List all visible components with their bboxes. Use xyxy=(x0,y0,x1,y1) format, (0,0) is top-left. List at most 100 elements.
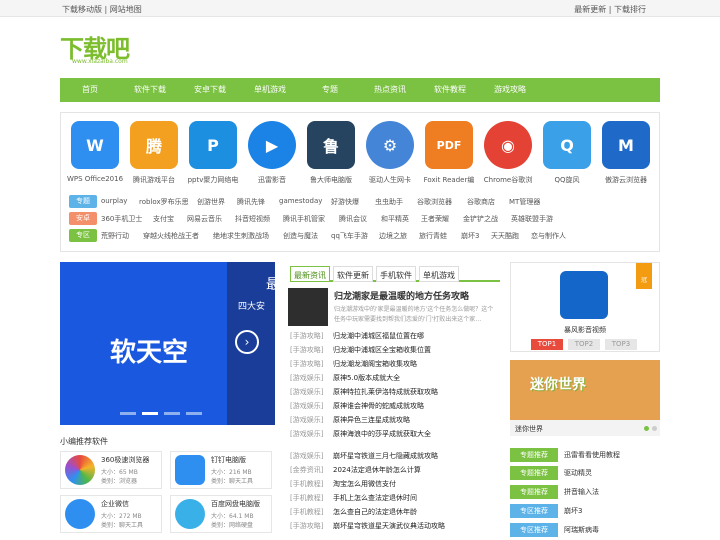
recommend-link[interactable]: 迅雷看看使用教程 xyxy=(564,450,620,460)
news-title[interactable]: 原神异色三连星成就攻略 xyxy=(333,415,410,425)
tag-link[interactable]: 网易云音乐 xyxy=(187,214,222,224)
tag-link[interactable]: 旅行青蛙 xyxy=(419,231,447,241)
tag-link[interactable]: 虫虫助手 xyxy=(375,197,403,207)
nav-item[interactable]: 专题 xyxy=(322,84,338,95)
recommend-link[interactable]: 驱动精灵 xyxy=(564,468,592,478)
news-item[interactable]: [手游攻略] 崩坏星穹铁道星天演武仪典活动攻略 xyxy=(290,521,502,533)
app-item[interactable]: Q QQ旋风 xyxy=(535,121,599,185)
carousel-dot[interactable] xyxy=(652,426,657,431)
news-title[interactable]: 怎么查自己的法定退休年龄 xyxy=(333,507,417,517)
tag-link[interactable]: 抖音短视频 xyxy=(235,214,270,224)
tab-pc-games[interactable]: 单机游戏 xyxy=(419,266,459,282)
tag-link[interactable]: 腾讯会议 xyxy=(339,214,367,224)
pager-dot[interactable] xyxy=(164,412,180,415)
tab-latest-news[interactable]: 最新资讯 xyxy=(290,266,330,282)
news-title[interactable]: 原神5.0版本成就大全 xyxy=(333,373,400,383)
news-title[interactable]: 崩坏星穹铁道星天演武仪典活动攻略 xyxy=(333,521,445,531)
tag-link[interactable]: 谷歌浏览器 xyxy=(417,197,452,207)
tag-link[interactable]: MT管理器 xyxy=(509,197,540,207)
news-item[interactable]: [游戏娱乐] 崩坏星穹铁道三月七隐藏成就攻略 xyxy=(290,451,502,463)
tag-link[interactable]: 腾讯先锋 xyxy=(237,197,265,207)
news-title[interactable]: 手机上怎么查法定退休时间 xyxy=(333,493,417,503)
tag-link[interactable]: ourplay xyxy=(101,197,127,205)
tag-link[interactable]: 天天酷跑 xyxy=(491,231,519,241)
recommend-link[interactable]: 拼音输入法 xyxy=(564,487,599,497)
news-item[interactable]: [游戏娱乐] 原神异色三连星成就攻略 xyxy=(290,415,502,427)
tag-link[interactable]: roblox罗布乐思 xyxy=(139,197,189,207)
app-item[interactable]: 腾腾讯游戏平台 xyxy=(122,121,186,185)
tag-link[interactable]: gamestoday xyxy=(279,197,322,205)
nav-item[interactable]: 游戏攻略 xyxy=(494,84,526,95)
news-item[interactable]: [游戏娱乐] 原神海浪中的莎孚成就获取大全 xyxy=(290,429,502,441)
nav-item[interactable]: 热点资讯 xyxy=(374,84,406,95)
news-item[interactable]: [手游攻略] 归龙潮龙潮阁宝箱收集攻略 xyxy=(290,359,502,371)
tag-link[interactable]: 支付宝 xyxy=(153,214,174,224)
soft-card[interactable]: 百度网盘电脑版 大小：64.1 MB 类别：网络硬盘 xyxy=(170,495,272,533)
tag-link[interactable]: 360手机卫士 xyxy=(101,214,142,224)
tag-link[interactable]: 创游世界 xyxy=(197,197,225,207)
news-title[interactable]: 淘宝怎么用微信支付 xyxy=(333,479,396,489)
news-title[interactable]: 原神特拉扎莱伊洛特成就获取攻略 xyxy=(333,387,438,397)
top-links-left[interactable]: 下载移动版 | 网站地图 xyxy=(62,4,142,15)
tab-top1[interactable]: TOP1 xyxy=(531,339,563,350)
pager-dot[interactable] xyxy=(120,412,136,415)
tag-link[interactable]: 王者荣耀 xyxy=(421,214,449,224)
top-links-right[interactable]: 最新更新 | 下载排行 xyxy=(574,4,646,15)
tag-link[interactable]: 和平精英 xyxy=(381,214,409,224)
news-title[interactable]: 归龙潮龙潮阁宝箱收集攻略 xyxy=(333,359,417,369)
app-item[interactable]: W WPS Office2016 xyxy=(63,121,127,183)
tab-mobile-software[interactable]: 手机软件 xyxy=(376,266,416,282)
soft-card[interactable]: 钉钉电脑版 大小：216 MB 类别：聊天工具 xyxy=(170,451,272,489)
nav-item[interactable]: 软件教程 xyxy=(434,84,466,95)
featured-title[interactable]: 归龙潮家是最温暖的地方任务攻略 xyxy=(334,289,469,302)
tab-top3[interactable]: TOP3 xyxy=(605,339,637,350)
tag-link[interactable]: qq飞车手游 xyxy=(331,231,368,241)
tab-top2[interactable]: TOP2 xyxy=(568,339,600,350)
news-item[interactable]: [手游攻略] 归龙潮中浦城区全宝箱收集位置 xyxy=(290,345,502,357)
tag-link[interactable]: 谷歌商店 xyxy=(467,197,495,207)
tag-link[interactable]: 穿越火线枪战王者 xyxy=(143,231,199,241)
news-title[interactable]: 崩坏星穹铁道三月七隐藏成就攻略 xyxy=(333,451,438,461)
app-item[interactable]: M 傲游云浏览器 xyxy=(594,121,658,185)
pager-dot[interactable] xyxy=(186,412,202,415)
news-title[interactable]: 原神谁会神骨的蛇威成就攻略 xyxy=(333,401,424,411)
recommend-row[interactable]: 专区推荐 阿瑞斯病毒 xyxy=(510,523,660,537)
tag-link[interactable]: 创造与魔法 xyxy=(283,231,318,241)
app-item[interactable]: ⚙ 驱动人生网卡 xyxy=(358,121,422,185)
news-title[interactable]: 2024法定退休年龄怎么计算 xyxy=(333,465,421,475)
featured-article[interactable]: 归龙潮家是最温暖的地方任务攻略 归龙潮游戏中的'家是最温暖的地方'这个任务怎么做… xyxy=(288,288,500,326)
tag-link[interactable]: 恋与制作人 xyxy=(531,231,566,241)
nav-item[interactable]: 软件下载 xyxy=(134,84,166,95)
nav-item[interactable]: 首页 xyxy=(82,84,98,95)
nav-item[interactable]: 单机游戏 xyxy=(254,84,286,95)
news-item[interactable]: [游戏娱乐] 原神特拉扎莱伊洛特成就获取攻略 xyxy=(290,387,502,399)
recommend-link[interactable]: 崩坏3 xyxy=(564,506,582,516)
tag-link[interactable]: 好游快爆 xyxy=(331,197,359,207)
nav-item[interactable]: 安卓下载 xyxy=(194,84,226,95)
site-logo[interactable]: 下载吧 www.xiazaiba.com xyxy=(60,29,142,69)
news-item[interactable]: [手机教程] 怎么查自己的法定退休年龄 xyxy=(290,507,502,519)
tag-link[interactable]: 崩坏3 xyxy=(461,231,479,241)
game-banner[interactable]: 迷你世界 xyxy=(510,360,660,420)
tag-link[interactable]: 边境之旅 xyxy=(379,231,407,241)
app-item[interactable]: 鲁鲁大师电脑版 xyxy=(299,121,363,185)
app-item[interactable]: ◉ Chrome谷歌浏 xyxy=(476,121,540,185)
news-title[interactable]: 归龙潮中浦城区福鼠位置在哪 xyxy=(333,331,424,341)
banner-next-arrow-icon[interactable]: › xyxy=(235,330,259,354)
app-item[interactable]: PDF Foxit Reader编 xyxy=(417,121,481,185)
app-item[interactable]: Ppptv聚力网络电 xyxy=(181,121,245,185)
app-item[interactable]: ▶ 迅雷影音 xyxy=(240,121,304,185)
news-item[interactable]: [手机教程] 淘宝怎么用微信支付 xyxy=(290,479,502,491)
pager-dot[interactable] xyxy=(142,412,158,415)
soft-card[interactable]: 企业微信 大小：272 MB 类别：聊天工具 xyxy=(60,495,162,533)
tag-link[interactable]: 腾讯手机管家 xyxy=(283,214,325,224)
tag-link[interactable]: 荒野行动 xyxy=(101,231,129,241)
rank-app-name[interactable]: 暴风影音视频 xyxy=(511,325,659,335)
tab-software-updates[interactable]: 软件更新 xyxy=(333,266,373,282)
recommend-row[interactable]: 专题推荐 驱动精灵 xyxy=(510,466,660,480)
hero-banner[interactable]: 最 四大安 软天空 › xyxy=(60,262,275,425)
news-item[interactable]: [手机教程] 手机上怎么查法定退休时间 xyxy=(290,493,502,505)
news-item[interactable]: [手游攻略] 归龙潮中浦城区福鼠位置在哪 xyxy=(290,331,502,343)
soft-card[interactable]: 360极速浏览器 大小：65 MB 类别：浏览器 xyxy=(60,451,162,489)
game-caption[interactable]: 迷你世界 xyxy=(510,420,660,436)
